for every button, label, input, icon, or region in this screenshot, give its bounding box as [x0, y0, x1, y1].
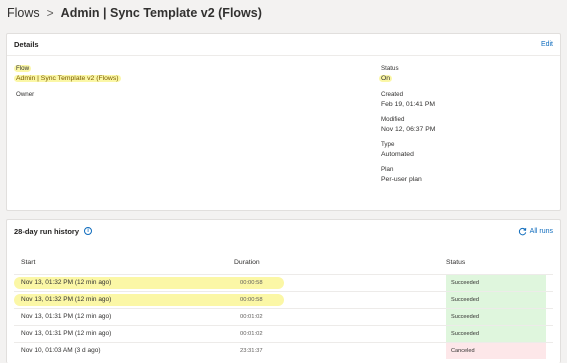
plan-label: Plan — [381, 166, 394, 173]
modified-field: Modified Nov 12, 06:37 PM — [381, 115, 435, 134]
run-status-succeeded: Succeeded — [446, 275, 546, 291]
run-history-title-wrap: 28-day run history i — [14, 226, 93, 236]
breadcrumb: Flows > Admin | Sync Template v2 (Flows) — [7, 6, 262, 20]
column-header-duration[interactable]: Duration — [234, 259, 260, 266]
run-start: Nov 10, 01:03 AM (3 d ago) — [21, 347, 101, 354]
run-start: Nov 13, 01:31 PM (12 min ago) — [21, 330, 112, 337]
run-duration: 00:01:02 — [240, 314, 263, 320]
column-header-status[interactable]: Status — [446, 259, 465, 266]
plan-field: Plan Per-user plan — [381, 165, 422, 184]
run-duration: 23:31:37 — [240, 348, 263, 354]
type-label: Type — [381, 141, 395, 148]
modified-label: Modified — [381, 116, 405, 123]
run-row[interactable]: Nov 13, 01:31 PM (12 min ago) 00:01:02 S… — [14, 309, 553, 326]
run-start: Nov 13, 01:32 PM (12 min ago) — [21, 279, 112, 286]
details-title: Details — [14, 40, 39, 49]
owner-label: Owner — [16, 91, 35, 98]
details-card: Details Edit Flow Admin | Sync Template … — [6, 33, 561, 211]
run-history-title: 28-day run history — [14, 226, 80, 236]
type-field: Type Automated — [381, 140, 414, 159]
status-value: On — [379, 75, 393, 82]
all-runs-label: All runs — [529, 227, 553, 235]
edit-button[interactable]: Edit — [541, 41, 553, 48]
flow-field: Flow Admin | Sync Template v2 (Flows) — [14, 64, 121, 83]
created-label: Created — [381, 91, 404, 98]
run-start: Nov 13, 01:32 PM (12 min ago) — [21, 296, 112, 303]
run-row[interactable]: Nov 13, 01:32 PM (12 min ago) 00:00:58 S… — [14, 275, 553, 292]
run-duration: 00:01:02 — [240, 331, 263, 337]
run-row[interactable]: Nov 13, 01:32 PM (12 min ago) 00:00:58 S… — [14, 292, 553, 309]
run-row[interactable]: Nov 13, 01:31 PM (12 min ago) 00:01:02 S… — [14, 326, 553, 343]
status-field: Status On — [379, 64, 399, 83]
plan-value: Per-user plan — [381, 176, 422, 183]
column-header-start[interactable]: Start — [21, 259, 35, 266]
run-status-succeeded: Succeeded — [446, 326, 546, 342]
run-history-card: 28-day run history i All runs Start Dura… — [6, 219, 561, 363]
all-runs-link[interactable]: All runs — [518, 227, 553, 236]
run-start: Nov 13, 01:31 PM (12 min ago) — [21, 313, 112, 320]
run-duration: 00:00:58 — [240, 297, 263, 303]
details-header: Details Edit — [7, 34, 560, 56]
status-label: Status — [381, 65, 399, 72]
flow-label: Flow — [14, 65, 32, 72]
run-duration: 00:00:58 — [240, 280, 263, 286]
owner-field: Owner — [16, 90, 34, 99]
refresh-icon — [518, 227, 526, 235]
info-icon[interactable]: i — [84, 227, 93, 235]
breadcrumb-separator: > — [46, 6, 54, 20]
run-row[interactable]: Nov 10, 01:03 AM (3 d ago) 23:31:37 Canc… — [14, 343, 553, 360]
run-history-header: 28-day run history i All runs — [7, 220, 560, 242]
created-field: Created Feb 19, 01:41 PM — [381, 90, 435, 109]
flow-name-value: Admin | Sync Template v2 (Flows) — [14, 75, 121, 82]
breadcrumb-flows-link[interactable]: Flows — [7, 6, 40, 20]
created-value: Feb 19, 01:41 PM — [381, 101, 436, 108]
page-title: Admin | Sync Template v2 (Flows) — [60, 6, 262, 20]
run-status-succeeded: Succeeded — [446, 292, 546, 308]
type-value: Automated — [381, 151, 414, 158]
modified-value: Nov 12, 06:37 PM — [381, 126, 436, 133]
run-status-canceled: Canceled — [446, 343, 546, 359]
run-status-succeeded: Succeeded — [446, 309, 546, 325]
